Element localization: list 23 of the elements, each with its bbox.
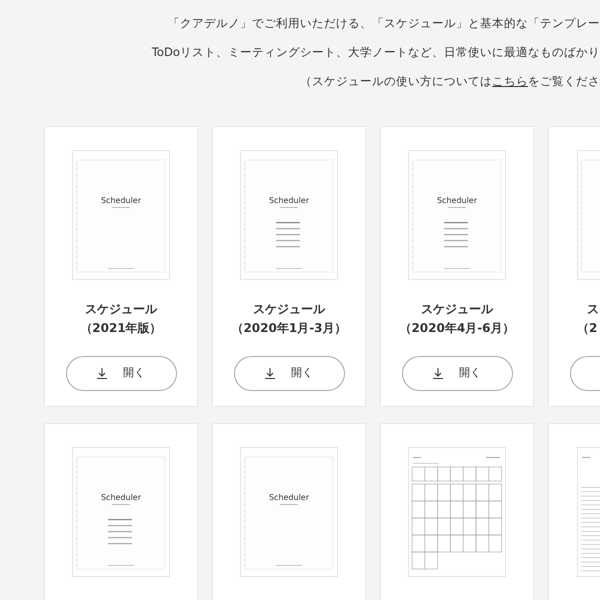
- open-button[interactable]: 開く: [402, 356, 512, 391]
- here-link[interactable]: こちら: [492, 74, 528, 88]
- thumbnail-title: Scheduler: [100, 196, 142, 205]
- open-button[interactable]: 開く: [66, 356, 176, 391]
- download-icon: [433, 368, 443, 379]
- card-subtitle: （2020年4月-6月）: [399, 320, 515, 337]
- thumbnail-title: Scheduler: [436, 196, 478, 205]
- card-title: ス: [587, 301, 599, 318]
- open-button[interactable]: 開く: [234, 356, 344, 391]
- card-title: スケジュール: [85, 301, 157, 318]
- card-title: スケジュール: [421, 301, 493, 318]
- thumbnail-title: Scheduler: [100, 493, 142, 502]
- intro-text: 「クアデルノ」でご利用いただける、「スケジュール」と基本的な「テンプレー: [167, 15, 600, 32]
- card-subtitle: （2020年1月-3月）: [231, 320, 347, 337]
- intro-text: （スケジュールの使い方については こちら をご覧くださ: [299, 73, 600, 90]
- card-title: スケジュール: [253, 301, 325, 318]
- thumbnail-title: Scheduler: [268, 196, 310, 205]
- card-subtitle: （2021年版）: [80, 320, 162, 337]
- intro-text: ToDoリスト、ミーティングシート、大学ノートなど、日常使いに最適なものばかり: [150, 44, 600, 61]
- download-icon: [265, 368, 275, 379]
- download-icon: [97, 368, 107, 379]
- thumbnail-title: Scheduler: [268, 493, 310, 502]
- card-subtitle: （2: [577, 320, 598, 337]
